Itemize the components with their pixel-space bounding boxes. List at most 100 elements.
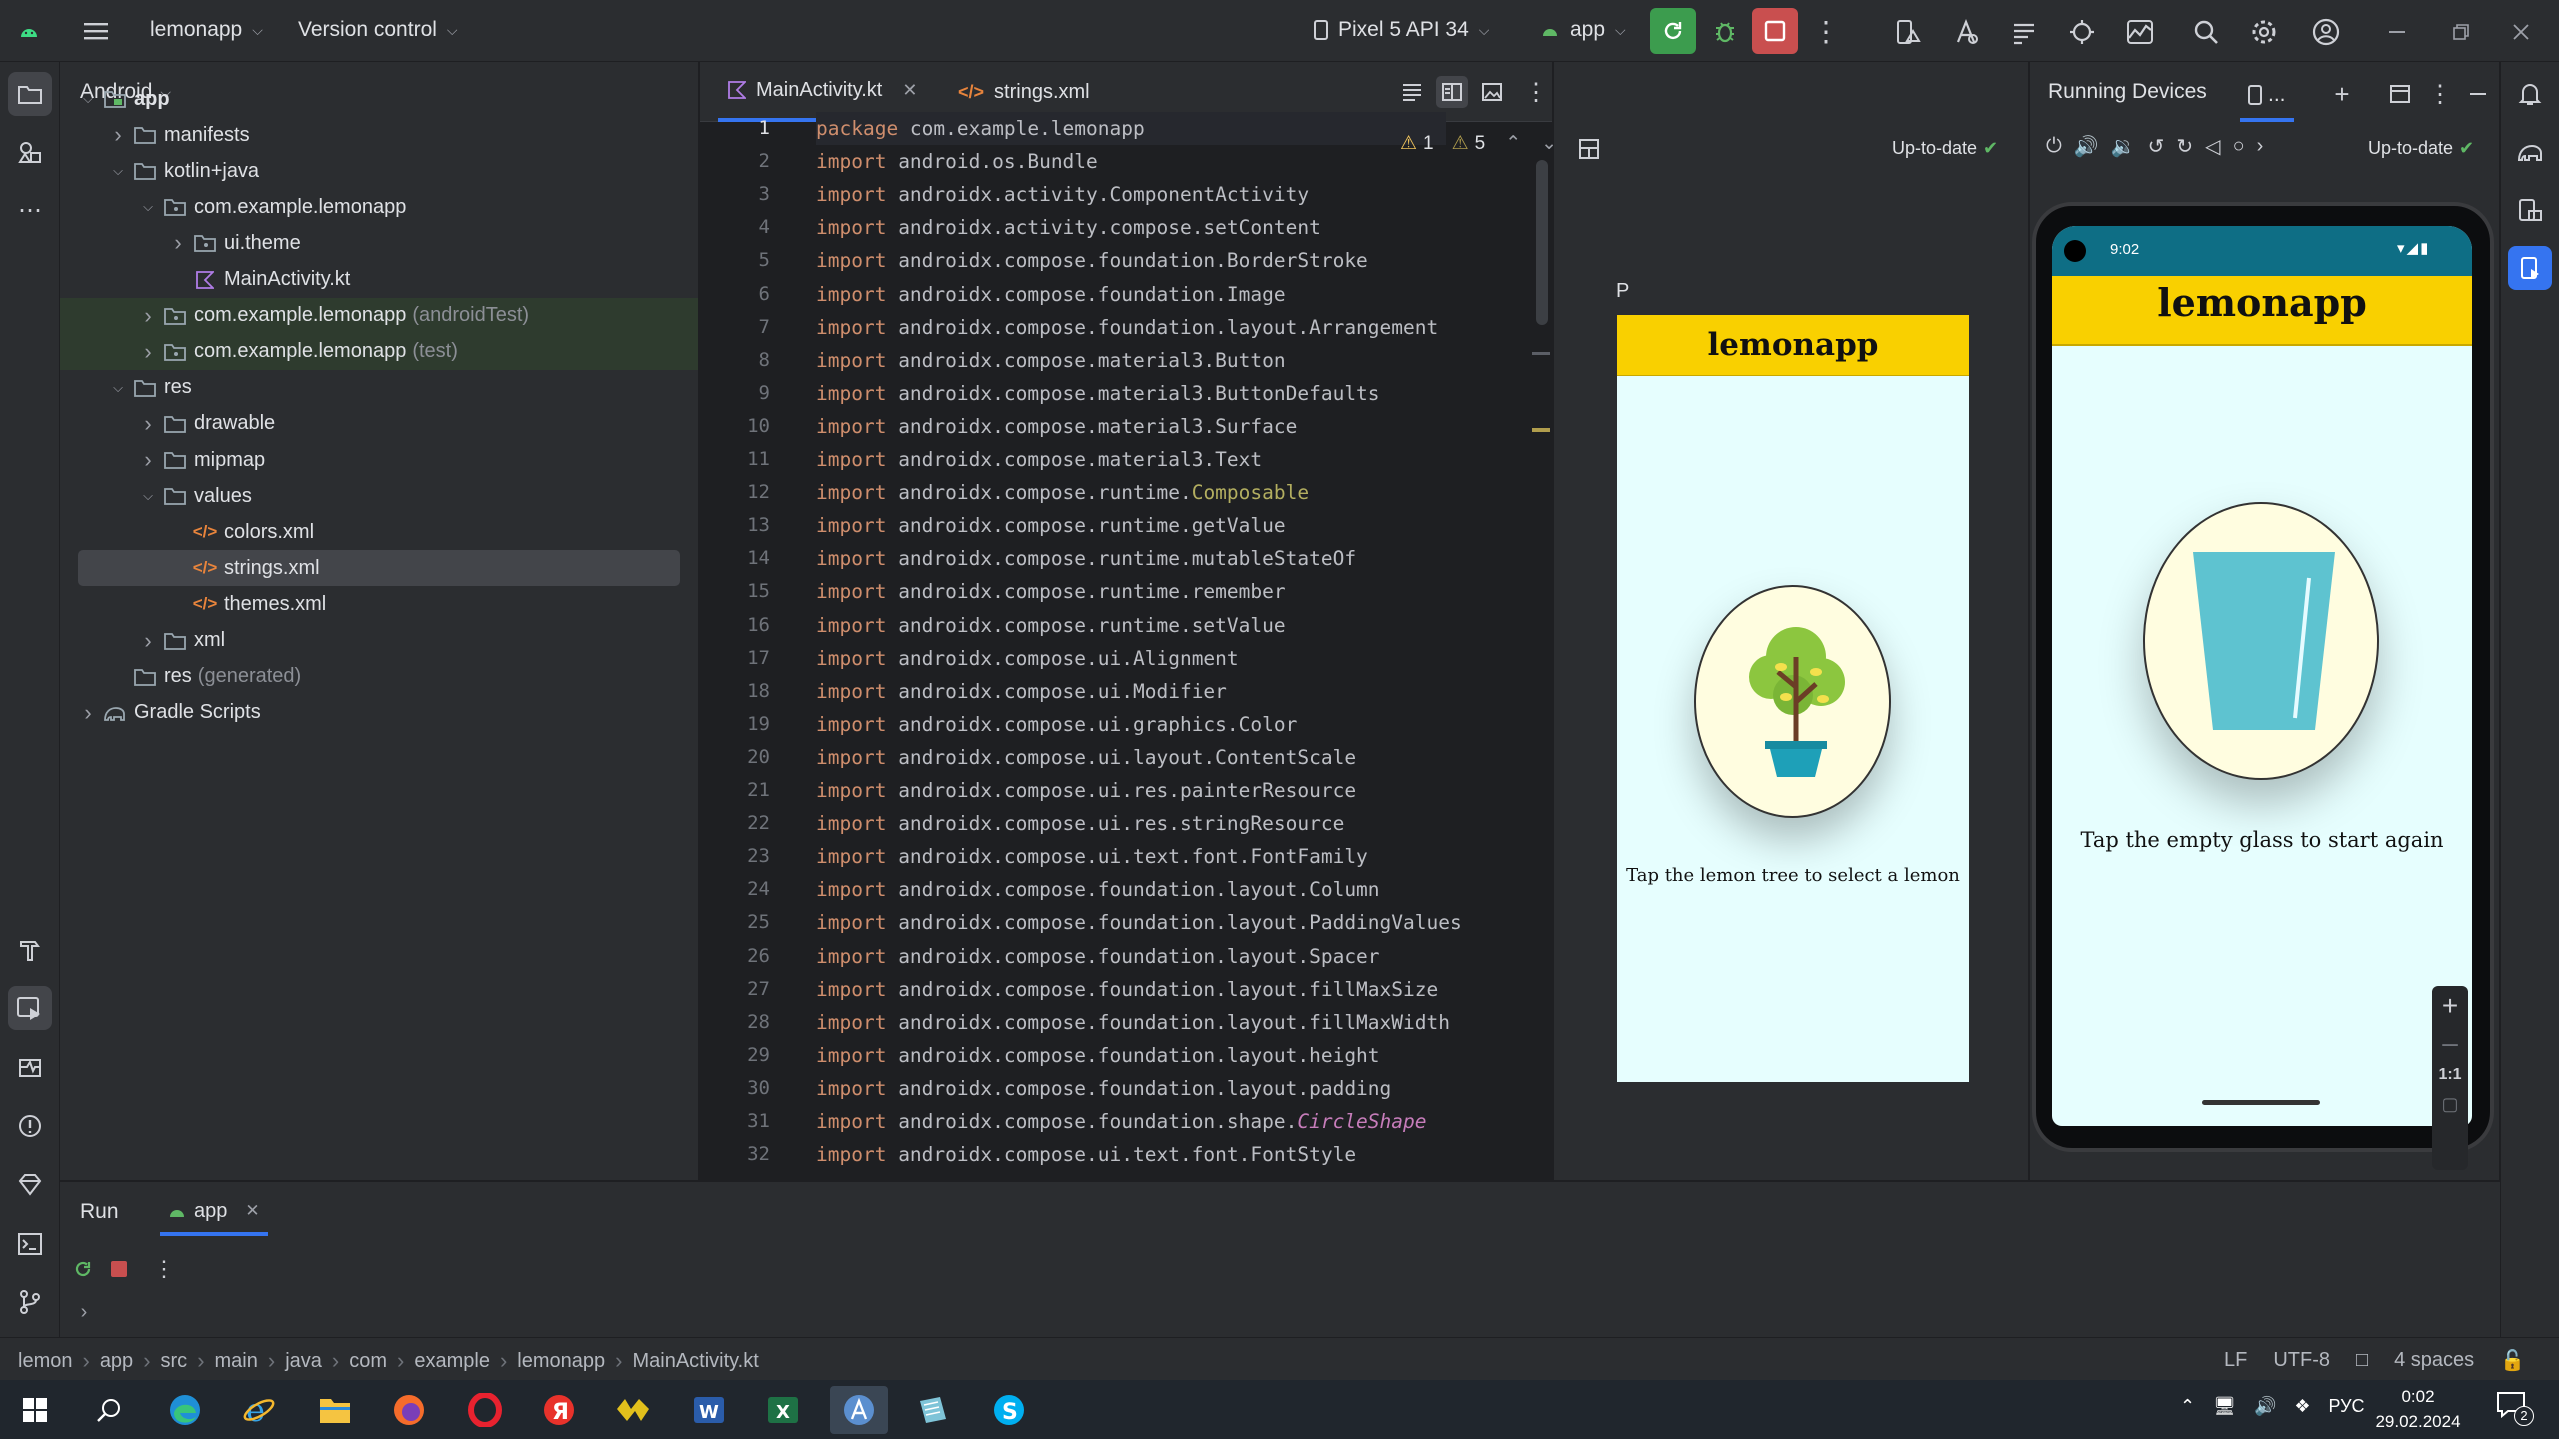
project-tool-button[interactable] bbox=[8, 72, 52, 116]
sdk-manager-icon[interactable] bbox=[1946, 12, 1986, 52]
close-window-icon[interactable] bbox=[2496, 12, 2546, 52]
code-line[interactable]: import androidx.compose.foundation.layou… bbox=[816, 973, 1438, 1006]
volume-down-icon[interactable]: 🔉 bbox=[2111, 134, 2136, 159]
yandex-app[interactable]: Я bbox=[530, 1386, 588, 1434]
chevron-down-icon[interactable]: ⌵ bbox=[138, 488, 158, 504]
lock-icon[interactable]: 🔓 bbox=[2500, 1348, 2525, 1373]
close-tab-icon[interactable]: ✕ bbox=[902, 80, 917, 101]
tree-item[interactable]: ⌵ com.example.lemonapp bbox=[78, 189, 680, 225]
tree-item[interactable]: </> colors.xml bbox=[78, 514, 680, 550]
version-control-tool-button[interactable] bbox=[8, 1280, 52, 1324]
run-tool-button[interactable] bbox=[8, 986, 52, 1030]
code-line[interactable]: import androidx.compose.ui.res.painterRe… bbox=[816, 774, 1356, 807]
code-view-icon[interactable] bbox=[1396, 76, 1428, 108]
code-line[interactable]: import androidx.compose.ui.layout.Conten… bbox=[816, 741, 1356, 774]
problems-tool-button[interactable] bbox=[8, 1104, 52, 1148]
expand-output-icon[interactable]: › bbox=[74, 1300, 94, 1324]
chevron-right-icon[interactable]: › bbox=[138, 447, 158, 473]
logcat-icon[interactable] bbox=[2004, 12, 2044, 52]
code-line[interactable]: import androidx.compose.runtime.getValue bbox=[816, 509, 1286, 542]
code-line[interactable]: import androidx.compose.foundation.layou… bbox=[816, 906, 1462, 939]
code-line[interactable]: import androidx.activity.ComponentActivi… bbox=[816, 178, 1309, 211]
code-line[interactable]: import android.os.Bundle bbox=[816, 145, 1098, 178]
tree-item[interactable]: › mipmap bbox=[78, 442, 680, 478]
chevron-right-icon[interactable]: › bbox=[138, 339, 158, 365]
tray-expand-icon[interactable]: ⌃ bbox=[2180, 1396, 2195, 1417]
code-line[interactable]: import androidx.compose.ui.res.stringRes… bbox=[816, 807, 1344, 840]
notepad-app[interactable] bbox=[904, 1386, 962, 1434]
tree-item[interactable]: › ui.theme bbox=[78, 225, 680, 261]
account-icon[interactable] bbox=[2306, 12, 2346, 52]
tree-item[interactable]: ⌵ kotlin+java bbox=[78, 153, 680, 189]
minimize-window-icon[interactable] bbox=[2372, 12, 2422, 52]
network-icon[interactable]: 🖥 bbox=[2213, 1396, 2236, 1417]
run-app-tab[interactable]: app ✕ bbox=[160, 1190, 268, 1236]
device-explorer-button[interactable] bbox=[2508, 188, 2552, 232]
action-center-button[interactable]: 2 bbox=[2496, 1390, 2540, 1430]
zoom-actual-size[interactable]: 1:1 bbox=[2438, 1066, 2461, 1084]
android-studio-app[interactable] bbox=[830, 1386, 888, 1434]
code-line[interactable]: import androidx.compose.material3.Text bbox=[816, 443, 1262, 476]
home-icon[interactable]: ○ bbox=[2233, 135, 2245, 158]
hide-panel-icon[interactable] bbox=[2462, 78, 2494, 110]
more-tools-icon[interactable]: ⋯ bbox=[8, 188, 52, 232]
internet-explorer-app[interactable]: e bbox=[230, 1386, 288, 1434]
chevron-right-icon[interactable]: › bbox=[108, 122, 128, 148]
chevron-up-icon[interactable]: ⌃ bbox=[1505, 132, 1521, 155]
run-config-selector[interactable]: app ⌵ bbox=[1540, 18, 1626, 42]
indent-setting[interactable]: 4 spaces bbox=[2394, 1349, 2474, 1372]
breadcrumb-item[interactable]: com bbox=[349, 1350, 387, 1373]
code-line[interactable]: import androidx.compose.runtime.setValue bbox=[816, 609, 1286, 642]
file-explorer-app[interactable] bbox=[306, 1386, 364, 1434]
app-inspection-icon[interactable] bbox=[2062, 12, 2102, 52]
rotate-right-icon[interactable]: ↻ bbox=[2176, 134, 2193, 159]
code-line[interactable]: import androidx.compose.foundation.shape… bbox=[816, 1105, 1427, 1138]
resource-manager-button[interactable] bbox=[8, 130, 52, 174]
device-manager-icon[interactable] bbox=[1888, 12, 1928, 52]
readonly-toggle-icon[interactable]: □ bbox=[2356, 1349, 2368, 1372]
code-line[interactable]: import androidx.compose.ui.Alignment bbox=[816, 642, 1239, 675]
chevron-down-icon[interactable]: ⌵ bbox=[108, 380, 128, 396]
edge-app[interactable] bbox=[156, 1386, 214, 1434]
tree-item[interactable]: </> themes.xml bbox=[78, 586, 680, 622]
chevron-right-icon[interactable]: › bbox=[78, 700, 98, 726]
zoom-in-icon[interactable]: + bbox=[2442, 992, 2458, 1020]
tree-item[interactable]: ⌵ values bbox=[78, 478, 680, 514]
more-actions-icon[interactable]: ⋮ bbox=[1808, 12, 1844, 50]
code-line[interactable]: import androidx.compose.ui.Modifier bbox=[816, 675, 1227, 708]
code-line[interactable]: import androidx.compose.foundation.Image bbox=[816, 278, 1286, 311]
close-tab-icon[interactable]: ✕ bbox=[245, 1201, 259, 1221]
profiler-icon[interactable] bbox=[2120, 12, 2160, 52]
volume-icon[interactable]: 🔊 bbox=[2254, 1396, 2276, 1417]
dropbox-icon[interactable]: ❖ bbox=[2294, 1396, 2310, 1417]
code-line[interactable]: import androidx.compose.foundation.layou… bbox=[816, 1039, 1380, 1072]
code-line[interactable]: import androidx.compose.ui.text.font.Fon… bbox=[816, 1138, 1356, 1171]
chevron-down-icon[interactable]: ⌵ bbox=[78, 91, 98, 107]
code-line[interactable]: import androidx.compose.material3.Surfac… bbox=[816, 410, 1297, 443]
tree-item[interactable]: › com.example.lemonapp (androidTest) bbox=[60, 297, 698, 334]
code-line[interactable]: import androidx.compose.material3.Button bbox=[816, 344, 1286, 377]
device-selector[interactable]: Pixel 5 API 34 ⌵ bbox=[1314, 18, 1489, 42]
split-view-icon[interactable] bbox=[1436, 76, 1468, 108]
lemon-tree-image-button[interactable] bbox=[1694, 585, 1891, 818]
debug-button[interactable] bbox=[1704, 10, 1746, 52]
volume-up-icon[interactable]: 🔊 bbox=[2074, 134, 2099, 159]
gradle-tool-button[interactable] bbox=[2508, 130, 2552, 174]
rerun-icon[interactable] bbox=[68, 1254, 98, 1284]
rotate-left-icon[interactable]: ↺ bbox=[2148, 134, 2165, 159]
search-icon[interactable] bbox=[2186, 12, 2226, 52]
rerun-button[interactable] bbox=[1650, 8, 1696, 54]
skype-app[interactable]: S bbox=[980, 1386, 1038, 1434]
restore-window-icon[interactable] bbox=[2436, 12, 2486, 52]
code-line[interactable]: import androidx.compose.foundation.layou… bbox=[816, 1072, 1391, 1105]
zoom-fit-icon[interactable]: ▢ bbox=[2441, 1094, 2458, 1115]
more-options-icon[interactable]: ⋮ bbox=[2426, 78, 2454, 110]
back-icon[interactable]: ◁ bbox=[2205, 134, 2220, 159]
chevron-right-icon[interactable]: › bbox=[138, 411, 158, 437]
preview-layout-icon[interactable] bbox=[1574, 134, 1604, 164]
chevron-right-icon[interactable]: › bbox=[168, 230, 188, 256]
tree-item[interactable]: › xml bbox=[78, 623, 680, 659]
chevron-down-icon[interactable]: ⌵ bbox=[138, 199, 158, 215]
clock[interactable]: 0:02 29.02.2024 bbox=[2370, 1384, 2466, 1434]
tree-item[interactable]: res (generated) bbox=[78, 659, 680, 695]
